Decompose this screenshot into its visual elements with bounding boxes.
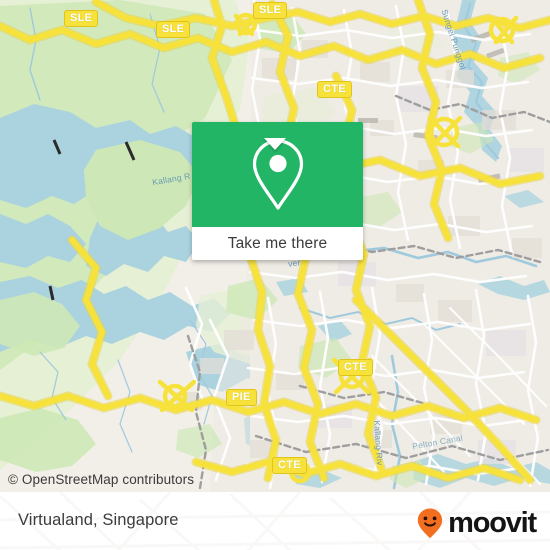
take-me-there-label: Take me there [227,234,328,252]
highway-shield-cte-1[interactable]: CTE [317,81,352,98]
moovit-smiling-pin-icon [417,508,443,539]
popup-action[interactable]: Take me there [192,227,363,260]
map-canvas[interactable]: .w{fill:#aad3df} .pk{fill:#cde8b6} .pk2{… [0,0,550,492]
osm-attribution[interactable]: © OpenStreetMap contributors [8,472,194,487]
popup-pointer-tail [264,138,286,150]
place-name: Virtualand, Singapore [18,511,179,529]
moovit-logo[interactable]: moovit [413,506,537,540]
highway-shield-sle-3[interactable]: SLE [253,2,288,19]
moovit-map-screenshot: .w{fill:#aad3df} .pk{fill:#cde8b6} .pk2{… [0,0,550,550]
moovit-wordmark: moovit [448,506,537,539]
highway-shield-sle-2[interactable]: SLE [156,21,191,38]
footer-bar: Virtualand, Singapore moovit [0,492,550,550]
highway-shield-sle-1[interactable]: SLE [64,10,99,27]
highway-shield-pie[interactable]: PIE [226,389,257,406]
highway-shield-cte-2[interactable]: CTE [338,359,373,376]
highway-shield-cte-3[interactable]: CTE [272,457,307,474]
